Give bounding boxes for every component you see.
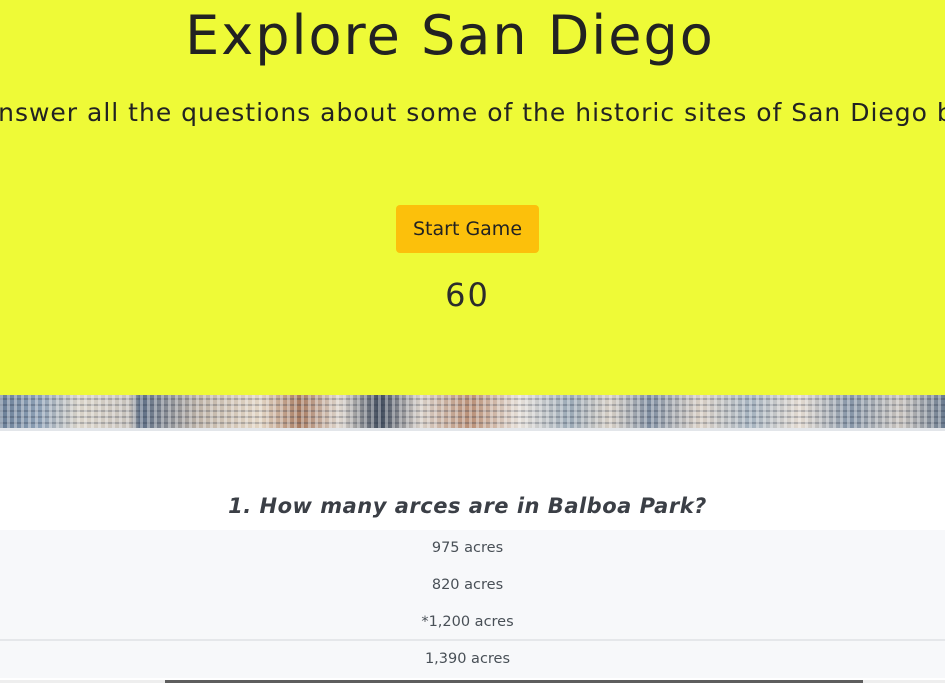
hero-banner: Explore San Diego Answer all the questio… bbox=[0, 0, 945, 395]
start-game-button[interactable]: Start Game bbox=[396, 205, 539, 253]
countdown-timer: 60 bbox=[445, 276, 490, 314]
skyline-image bbox=[0, 395, 945, 430]
intro-text: Answer all the questions about some of t… bbox=[0, 98, 945, 127]
section-divider bbox=[0, 428, 945, 431]
answer-option-3[interactable]: *1,200 acres bbox=[0, 604, 945, 641]
page-title: Explore San Diego bbox=[185, 4, 715, 67]
answer-option-1[interactable]: 975 acres bbox=[0, 530, 945, 567]
answer-option-4[interactable]: 1,390 acres bbox=[0, 641, 945, 678]
answer-list: 975 acres 820 acres *1,200 acres 1,390 a… bbox=[0, 530, 945, 678]
question-title: 1. How many arces are in Balboa Park? bbox=[228, 494, 707, 518]
answer-option-2[interactable]: 820 acres bbox=[0, 567, 945, 604]
